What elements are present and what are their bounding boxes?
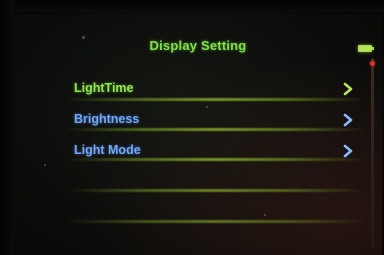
device-bezel-top <box>0 0 384 12</box>
chevron-right-icon <box>343 82 353 96</box>
device-screen: Display Setting LightTime Brightness Lig… <box>14 14 382 255</box>
menu-item-brightness[interactable]: Brightness <box>70 107 360 137</box>
menu-item-label: LightTime <box>74 81 134 95</box>
chevron-right-icon <box>343 144 353 158</box>
menu-item-label: Light Mode <box>74 143 141 157</box>
device-bezel-left <box>0 0 14 255</box>
menu-item-light-mode[interactable]: Light Mode <box>70 138 360 168</box>
scrollbar[interactable] <box>371 58 374 248</box>
menu-divider <box>66 98 366 101</box>
menu-divider <box>66 220 366 223</box>
chevron-right-icon <box>343 113 353 127</box>
battery-icon <box>358 45 372 52</box>
scrollbar-thumb[interactable] <box>370 61 375 66</box>
menu-divider <box>66 128 366 131</box>
dust-speck <box>44 164 46 166</box>
dust-speck <box>264 214 266 216</box>
menu-item-label: Brightness <box>74 112 140 126</box>
screen-title: Display Setting <box>149 38 247 53</box>
battery-icon-tip <box>372 47 374 50</box>
menu-item-lighttime[interactable]: LightTime <box>70 76 360 106</box>
menu-divider <box>66 158 366 161</box>
device-photo: Display Setting LightTime Brightness Lig… <box>0 0 384 255</box>
menu-divider <box>66 189 366 192</box>
